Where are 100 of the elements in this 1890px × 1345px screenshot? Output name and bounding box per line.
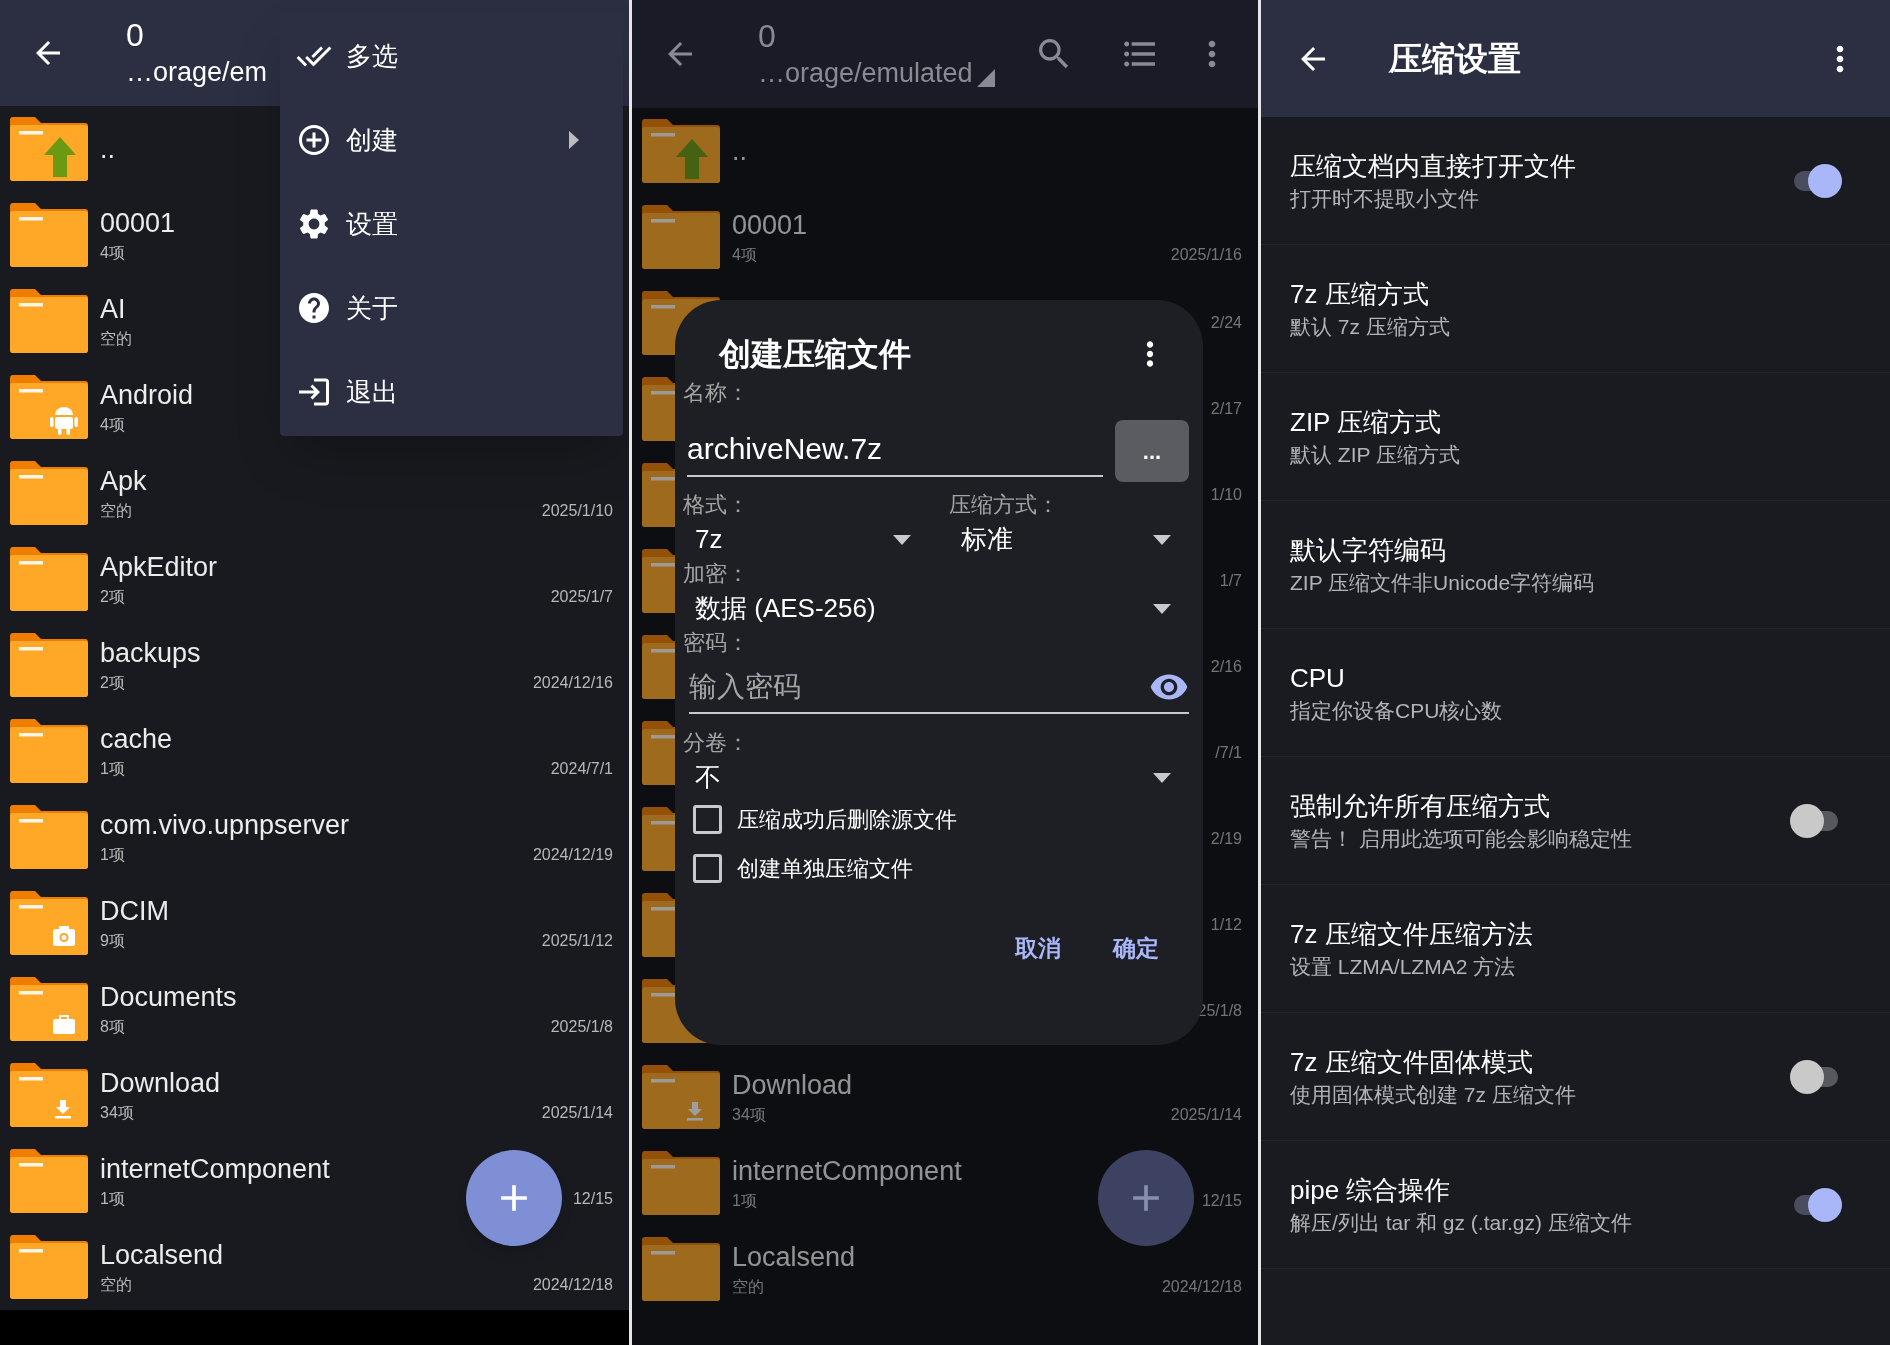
item-count: 2项 [100, 587, 125, 607]
folder-icon [10, 891, 88, 955]
folder-name: Documents [100, 981, 237, 1014]
item-count: 34项 [100, 1103, 134, 1123]
field-label: 分卷： [683, 729, 750, 757]
item-count: 空的 [100, 501, 132, 521]
folder-icon [10, 547, 88, 611]
caret-icon [1153, 772, 1171, 783]
menu-item[interactable]: 退出 [280, 350, 623, 434]
modified-date: 2/24 [1210, 313, 1242, 333]
folder-name: ApkEditor [100, 551, 218, 584]
method-dropdown[interactable]: 标准 [949, 520, 1189, 559]
checkbox[interactable] [693, 805, 722, 834]
item-count: 空的 [100, 329, 132, 349]
item-count: 1项 [100, 1189, 125, 1209]
settings-item[interactable]: 7z 压缩文件固体模式 使用固体模式创建 7z 压缩文件 [1261, 1013, 1890, 1141]
item-count: 1项 [100, 845, 125, 865]
modified-date: 2024/12/16 [532, 673, 613, 693]
modified-date: 2025/1/7 [550, 587, 613, 607]
modified-date: 2025/1/8 [550, 1017, 613, 1037]
item-count: 9项 [100, 931, 125, 951]
item-count: 空的 [732, 1277, 764, 1297]
password-field[interactable]: 输入密码 [689, 666, 1149, 708]
item-count: 34项 [732, 1105, 766, 1125]
item-count: 2项 [100, 673, 125, 693]
folder-icon [10, 1063, 88, 1127]
settings-item[interactable]: 默认字符编码 ZIP 压缩文件非Unicode字符编码 [1261, 501, 1890, 629]
item-count: 1项 [732, 1191, 757, 1211]
settings-item[interactable]: 7z 压缩方式 默认 7z 压缩方式 [1261, 245, 1890, 373]
item-count: 4项 [100, 243, 125, 263]
item-count: 4项 [100, 415, 125, 435]
modified-date: 1/10 [1210, 485, 1242, 505]
modified-date: 1/12 [1210, 915, 1242, 935]
folder-icon [10, 805, 88, 869]
format-dropdown[interactable]: 7z [683, 520, 923, 559]
folder-name: Download [100, 1067, 221, 1100]
field-label: 名称： [683, 379, 750, 407]
checkbox[interactable] [693, 854, 722, 883]
folder-icon [642, 205, 720, 269]
menu-item[interactable]: 关于 [280, 266, 623, 350]
modified-date: 2025/1/12 [541, 931, 613, 951]
folder-name: 00001 [100, 207, 176, 240]
encryption-dropdown[interactable]: 数据 (AES-256) [683, 589, 1189, 628]
browse-button[interactable]: ... [1115, 420, 1189, 482]
settings-item[interactable]: CPU 指定你设备CPU核心数 [1261, 629, 1890, 757]
dialog-button[interactable]: 取消 [1015, 931, 1061, 966]
caret-icon [1153, 603, 1171, 614]
folder-name: Apk [100, 465, 147, 498]
folder-icon [642, 1065, 720, 1129]
modified-date: 2025/1/16 [1170, 245, 1242, 265]
folder-icon [10, 203, 88, 267]
dialog-button[interactable]: 确定 [1113, 931, 1159, 966]
folder-icon [642, 119, 720, 183]
modified-date: 2024/7/1 [550, 759, 613, 779]
item-count: 4项 [732, 245, 757, 265]
help-icon [296, 290, 332, 326]
field-label: 格式： [683, 491, 750, 519]
item-count: 空的 [100, 1275, 132, 1295]
field-label: 加密： [683, 560, 750, 588]
folder-name: Localsend [732, 1241, 856, 1274]
modified-date: 2024/12/18 [532, 1275, 613, 1295]
caret-icon [893, 534, 911, 545]
screen-title: 压缩设置 [1389, 38, 1522, 79]
checkbox-label: 压缩成功后删除源文件 [737, 806, 957, 834]
folder-name: internetComponent [732, 1155, 962, 1188]
menu-item[interactable]: 设置 [280, 182, 623, 266]
folder-name: Android [100, 379, 194, 412]
folder-icon [10, 461, 88, 525]
folder-name: backups [100, 637, 201, 670]
folder-icon [10, 117, 88, 181]
settings-item[interactable]: 压缩文档内直接打开文件 打开时不提取小文件 [1261, 117, 1890, 245]
modified-date: 2025/1/14 [541, 1103, 613, 1123]
folder-name: internetComponent [100, 1153, 330, 1186]
modified-date: 2024/12/18 [1161, 1277, 1242, 1297]
name-field[interactable]: archiveNew.7z [687, 425, 1103, 477]
folder-icon [10, 633, 88, 697]
modified-date: 2025/1/10 [541, 501, 613, 521]
folder-name: Localsend [100, 1239, 224, 1272]
checkbox-label: 创建单独压缩文件 [737, 855, 913, 883]
modified-date: 1/7 [1219, 571, 1242, 591]
folder-path: …orage/em [126, 56, 268, 89]
split-dropdown[interactable]: 不 [683, 758, 1189, 797]
modified-date: 12/15 [1201, 1191, 1242, 1211]
submenu-arrow-icon [569, 131, 579, 149]
field-label: 密码： [683, 629, 750, 657]
folder-icon [10, 719, 88, 783]
folder-name: Download [732, 1069, 853, 1102]
folder-name: AI [100, 293, 126, 326]
settings-item[interactable]: pipe 综合操作 解压/列出 tar 和 gz (.tar.gz) 压缩文件 [1261, 1141, 1890, 1269]
menu-item[interactable]: 创建 [280, 98, 623, 182]
settings-item[interactable]: 强制允许所有压缩方式 警告！ 启用此选项可能会影响稳定性 [1261, 757, 1890, 885]
folder-icon [10, 1235, 88, 1299]
folder-name: .. [100, 133, 115, 166]
modified-date: /7/1 [1215, 743, 1242, 763]
folder-icon [10, 977, 88, 1041]
settings-item[interactable]: ZIP 压缩方式 默认 ZIP 压缩方式 [1261, 373, 1890, 501]
corner-triangle-icon [976, 69, 995, 87]
settings-item[interactable]: 7z 压缩文件压缩方法 设置 LZMA/LZMA2 方法 [1261, 885, 1890, 1013]
menu-item[interactable]: 多选 [280, 14, 623, 98]
folder-title: 0 [126, 16, 145, 54]
